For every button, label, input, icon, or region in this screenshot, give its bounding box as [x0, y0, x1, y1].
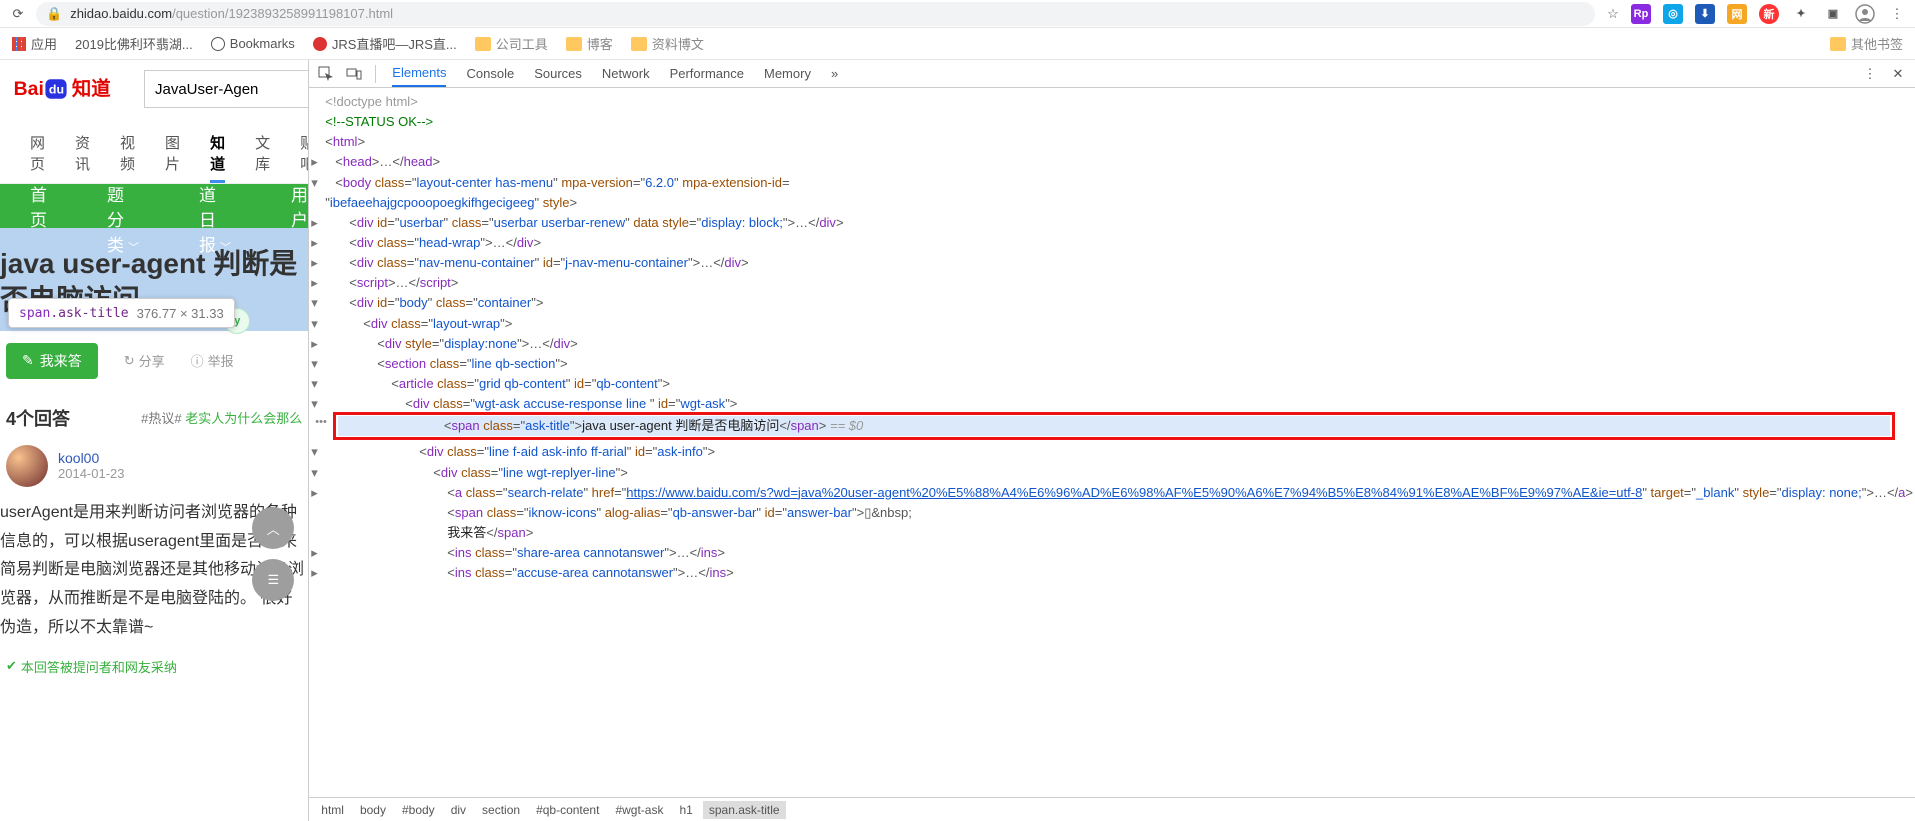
- svg-text:Bai: Bai: [14, 78, 44, 100]
- scroll-top-button[interactable]: ︿: [252, 507, 294, 549]
- ext-icon[interactable]: ◎: [1663, 4, 1683, 24]
- bc-item[interactable]: body: [354, 801, 392, 819]
- tab-video[interactable]: 视频: [120, 126, 135, 183]
- bc-item[interactable]: #wgt-ask: [609, 801, 669, 819]
- bookmark-item[interactable]: 2019比佛利环翡湖...: [75, 34, 193, 53]
- device-icon[interactable]: [343, 63, 365, 85]
- lock-icon: 🔒: [46, 6, 62, 22]
- answer-count: 4个回答: [6, 405, 70, 431]
- avatar[interactable]: [6, 445, 48, 487]
- dom-comment: <!--STATUS OK-->: [325, 114, 433, 129]
- browser-toolbar: ⟳ 🔒 zhidao.baidu.com/question/1923893258…: [0, 0, 1915, 28]
- bookmarks-bar: 应用 2019比佛利环翡湖... Bookmarks JRS直播吧—JRS直..…: [0, 28, 1915, 60]
- ext-icon-new[interactable]: 新: [1759, 4, 1779, 24]
- baidu-zhidao-logo[interactable]: Bai du 知道: [6, 74, 136, 104]
- svg-text:du: du: [49, 82, 64, 96]
- ext-icon[interactable]: ⬇: [1695, 4, 1715, 24]
- devtools-close-icon[interactable]: ✕: [1887, 63, 1909, 85]
- hot-topic: #热议# 老实人为什么会那么: [141, 408, 302, 427]
- devtools-tab-memory[interactable]: Memory: [764, 60, 811, 87]
- tab-wenku[interactable]: 文库: [255, 126, 270, 183]
- devtools-tab-performance[interactable]: Performance: [670, 60, 744, 87]
- check-icon: ✔: [6, 658, 17, 674]
- ext-icon[interactable]: 网: [1727, 4, 1747, 24]
- folder-icon: [631, 37, 647, 51]
- share-icon: ↻: [124, 353, 135, 369]
- nav-home[interactable]: 首页: [0, 181, 77, 231]
- answer-date: 2014-01-23: [58, 466, 125, 481]
- devtools-tab-more[interactable]: »: [831, 60, 838, 87]
- bookmark-item[interactable]: Bookmarks: [211, 36, 295, 51]
- nav-user[interactable]: 用户﹀: [261, 181, 308, 231]
- devtools: Elements Console Sources Network Perform…: [308, 60, 1915, 821]
- folder-icon: [1830, 37, 1846, 51]
- reload-icon[interactable]: ⟳: [8, 4, 28, 24]
- page: Bai du 知道 百度首页 fdaskjhkj ▾ 消息(2) 搜索答案: [0, 60, 308, 821]
- bc-item[interactable]: h1: [673, 801, 698, 819]
- ext-icon[interactable]: ▣: [1823, 4, 1843, 24]
- selected-dom-node[interactable]: <span class="ask-title">java user-agent …: [333, 412, 1895, 440]
- zhidao-nav: 首页 问题分类﹀ 知道日报﹀ 用户﹀ 合伙人﹀: [0, 184, 308, 228]
- bc-item[interactable]: section: [476, 801, 526, 819]
- answer-button[interactable]: ✎我来答: [6, 343, 98, 379]
- tab-tieba[interactable]: 贴吧: [300, 126, 308, 183]
- devtools-tab-sources[interactable]: Sources: [534, 60, 582, 87]
- bc-item[interactable]: div: [445, 801, 472, 819]
- bc-item[interactable]: #body: [396, 801, 441, 819]
- tab-news[interactable]: 资讯: [75, 126, 90, 183]
- tab-zhidao[interactable]: 知道: [210, 126, 225, 183]
- ext-icon[interactable]: Rp: [1631, 4, 1651, 24]
- folder-icon: [566, 37, 582, 51]
- url-path: /question/1923893258991198107.html: [172, 6, 393, 21]
- accepted-badge: ✔本回答被提问者和网友采纳: [0, 653, 308, 680]
- devtools-tab-network[interactable]: Network: [602, 60, 650, 87]
- ext-icon[interactable]: ✦: [1791, 4, 1811, 24]
- pencil-icon: ✎: [22, 352, 34, 369]
- devtools-tab-elements[interactable]: Elements: [392, 60, 446, 87]
- url-host: zhidao.baidu.com: [70, 6, 172, 21]
- tab-web[interactable]: 网页: [30, 126, 45, 183]
- menu-icon[interactable]: ⋮: [1887, 4, 1907, 24]
- profile-icon[interactable]: [1855, 4, 1875, 24]
- search-box: 百度首页 fdaskjhkj ▾ 消息(2): [144, 70, 308, 108]
- report-button[interactable]: ⓘ举报: [191, 351, 234, 370]
- url-bar[interactable]: 🔒 zhidao.baidu.com/question/192389325899…: [36, 2, 1595, 26]
- share-button[interactable]: ↻分享: [124, 351, 165, 370]
- bookmark-item[interactable]: JRS直播吧—JRS直...: [313, 34, 457, 53]
- devtools-tab-console[interactable]: Console: [466, 60, 514, 87]
- other-bookmarks[interactable]: 其他书签: [1830, 34, 1903, 53]
- author-name[interactable]: kool00: [58, 450, 125, 466]
- inspect-dims: 376.77 × 31.33: [137, 306, 224, 321]
- gutter-dots: •••: [309, 414, 333, 431]
- hot-link[interactable]: 老实人为什么会那么: [185, 411, 302, 426]
- inspect-tooltip: span.ask-title 376.77 × 31.33: [8, 298, 235, 328]
- tab-image[interactable]: 图片: [165, 126, 180, 183]
- bc-item[interactable]: #qb-content: [530, 801, 605, 819]
- feedback-button[interactable]: ☰: [252, 559, 294, 601]
- category-tabs: 网页 资讯 视频 图片 知道 文库 贴吧 采购 地图 更: [0, 118, 308, 184]
- search-input[interactable]: [145, 81, 308, 98]
- bookmark-folder[interactable]: 博客: [566, 34, 613, 53]
- dom-breadcrumbs: html body #body div section #qb-content …: [309, 797, 1915, 821]
- folder-icon: [475, 37, 491, 51]
- apps-button[interactable]: 应用: [12, 34, 57, 53]
- svg-text:知道: 知道: [72, 77, 111, 100]
- star-icon[interactable]: ☆: [1603, 4, 1623, 24]
- bc-item[interactable]: html: [315, 801, 350, 819]
- info-icon: ⓘ: [191, 351, 204, 370]
- bookmark-folder[interactable]: 公司工具: [475, 34, 548, 53]
- dom-doctype: <!doctype html>: [325, 94, 418, 109]
- extensions: Rp ◎ ⬇ 网 新 ✦ ▣ ⋮: [1631, 4, 1907, 24]
- bookmark-folder[interactable]: 资料博文: [631, 34, 704, 53]
- dom-tree[interactable]: <!doctype html> <!--STATUS OK--> <html> …: [309, 88, 1915, 797]
- bc-item[interactable]: span.ask-title: [703, 801, 786, 819]
- inspect-icon[interactable]: [315, 63, 337, 85]
- devtools-settings-icon[interactable]: ⋮: [1859, 63, 1881, 85]
